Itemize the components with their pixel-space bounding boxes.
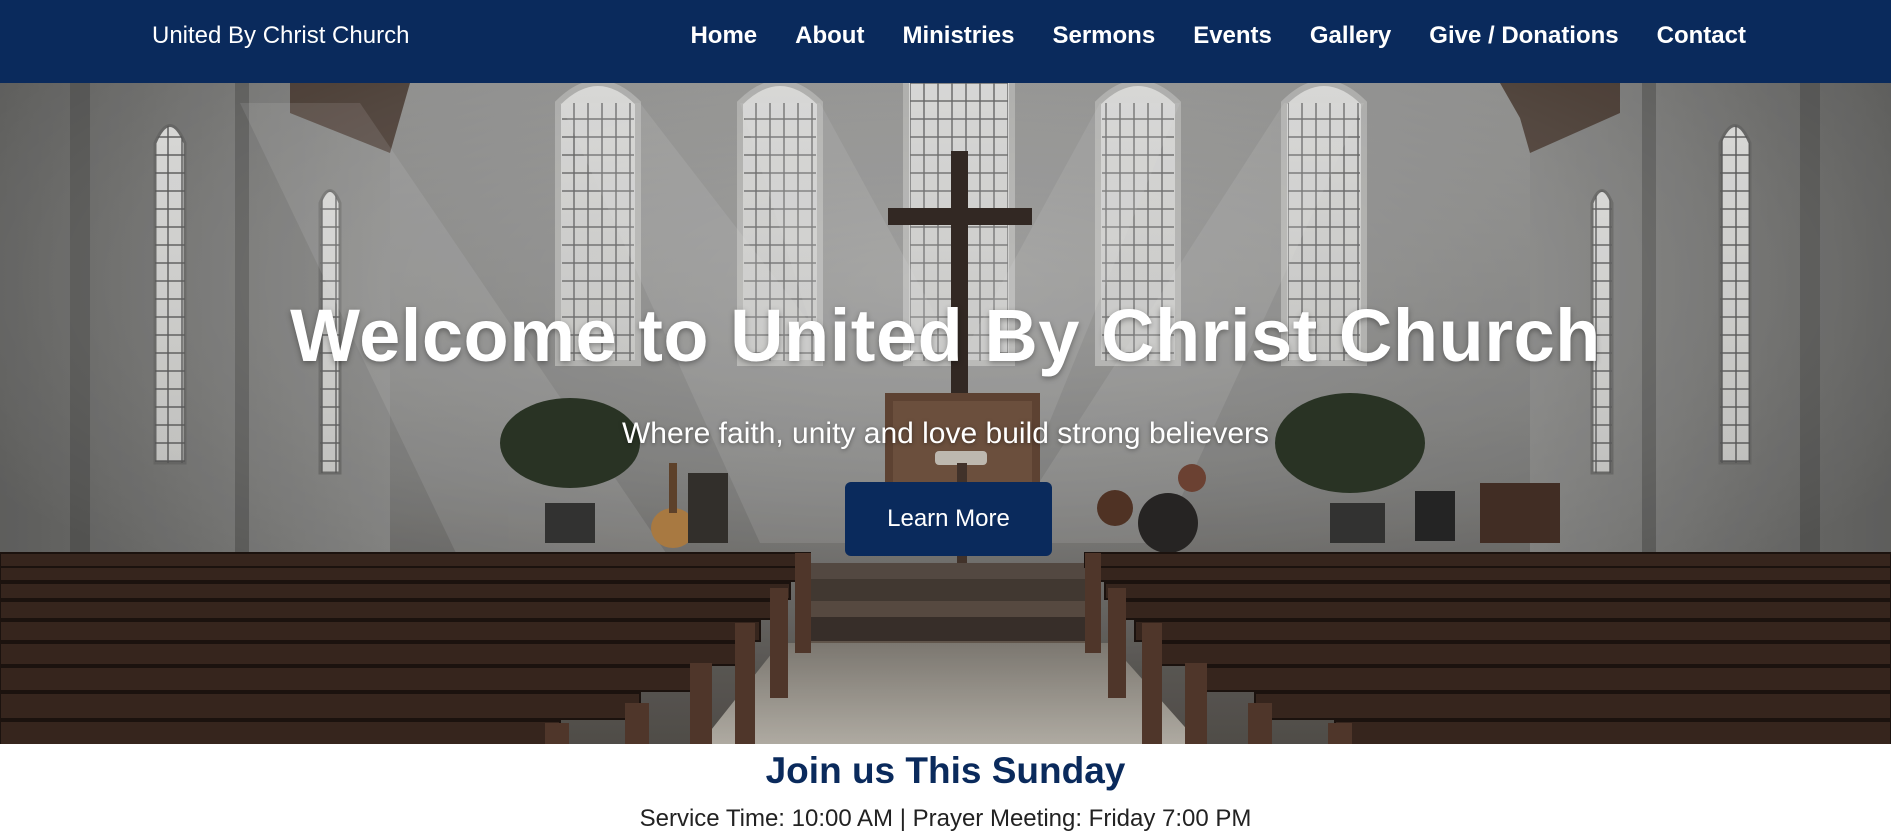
nav-link-contact[interactable]: Contact	[1657, 22, 1746, 50]
service-times-text: Service Time: 10:00 AM | Prayer Meeting:…	[639, 805, 1252, 832]
nav-link-about[interactable]: About	[795, 22, 864, 50]
nav-link-gallery[interactable]: Gallery	[1310, 22, 1391, 50]
hero-title: Welcome to United By Christ Church	[290, 294, 1601, 377]
learn-more-button[interactable]: Learn More	[845, 482, 1052, 556]
hero-section: Welcome to United By Christ Church Where…	[0, 83, 1891, 744]
church-interior-photo	[0, 83, 1891, 744]
main-nav: Home About Ministries Sermons Events Gal…	[652, 22, 1746, 50]
nav-link-ministries[interactable]: Ministries	[902, 22, 1014, 50]
nav-link-give-donations[interactable]: Give / Donations	[1429, 22, 1618, 50]
section-title-join-sunday: Join us This Sunday	[765, 750, 1126, 791]
top-navbar: United By Christ Church Home About Minis…	[0, 0, 1891, 83]
hero-subtitle: Where faith, unity and love build strong…	[621, 417, 1270, 450]
nav-link-events[interactable]: Events	[1193, 22, 1272, 50]
nav-link-home[interactable]: Home	[690, 22, 757, 50]
site-brand[interactable]: United By Christ Church	[152, 22, 409, 50]
nav-link-sermons[interactable]: Sermons	[1052, 22, 1155, 50]
